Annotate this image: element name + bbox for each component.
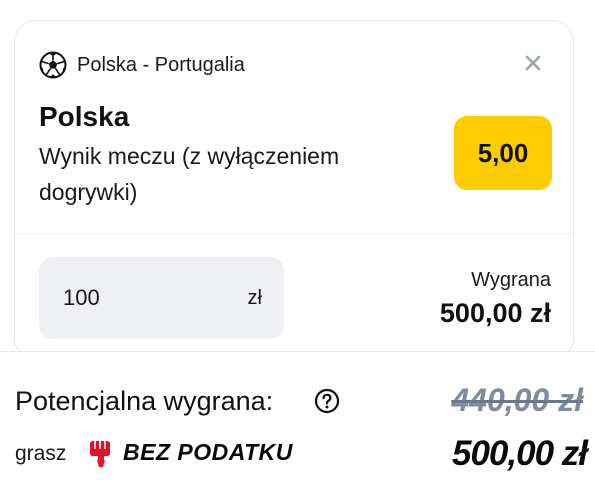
- market-name: Wynik meczu (z wyłączeniem dogrywki): [39, 143, 340, 205]
- promo-label: BEZ PODATKU: [123, 439, 293, 465]
- bet-card: Polska - Portugalia Polska Wynik meczu (…: [14, 20, 574, 360]
- odds-button[interactable]: 5,00: [454, 116, 552, 190]
- stake-value: 100: [63, 285, 100, 310]
- win-value: 500,00 zł: [439, 298, 551, 328]
- stake-input[interactable]: 100 zł: [39, 257, 284, 339]
- match-row: Polska - Portugalia: [39, 51, 245, 79]
- win-label: Wygrana: [471, 269, 551, 291]
- summary-footer: Potencjalna wygrana: 440,00 zł grasz BEZ…: [0, 351, 595, 484]
- soccer-ball-icon: [39, 51, 67, 79]
- betslip-page: Polska - Portugalia Polska Wynik meczu (…: [0, 0, 595, 484]
- help-icon[interactable]: [314, 388, 340, 414]
- divider: [15, 233, 573, 234]
- potential-win-label: Potencjalna wygrana:: [15, 386, 274, 416]
- fist-icon: [90, 441, 110, 467]
- new-win-value: 500,00 zł: [452, 434, 588, 473]
- selection-name: Polska: [39, 101, 130, 132]
- stake-currency: zł: [247, 286, 262, 309]
- grasz-label: grasz: [15, 442, 67, 465]
- old-win-value: 440,00 zł: [451, 382, 583, 418]
- match-name: Polska - Portugalia: [77, 53, 245, 76]
- close-icon[interactable]: [521, 51, 545, 75]
